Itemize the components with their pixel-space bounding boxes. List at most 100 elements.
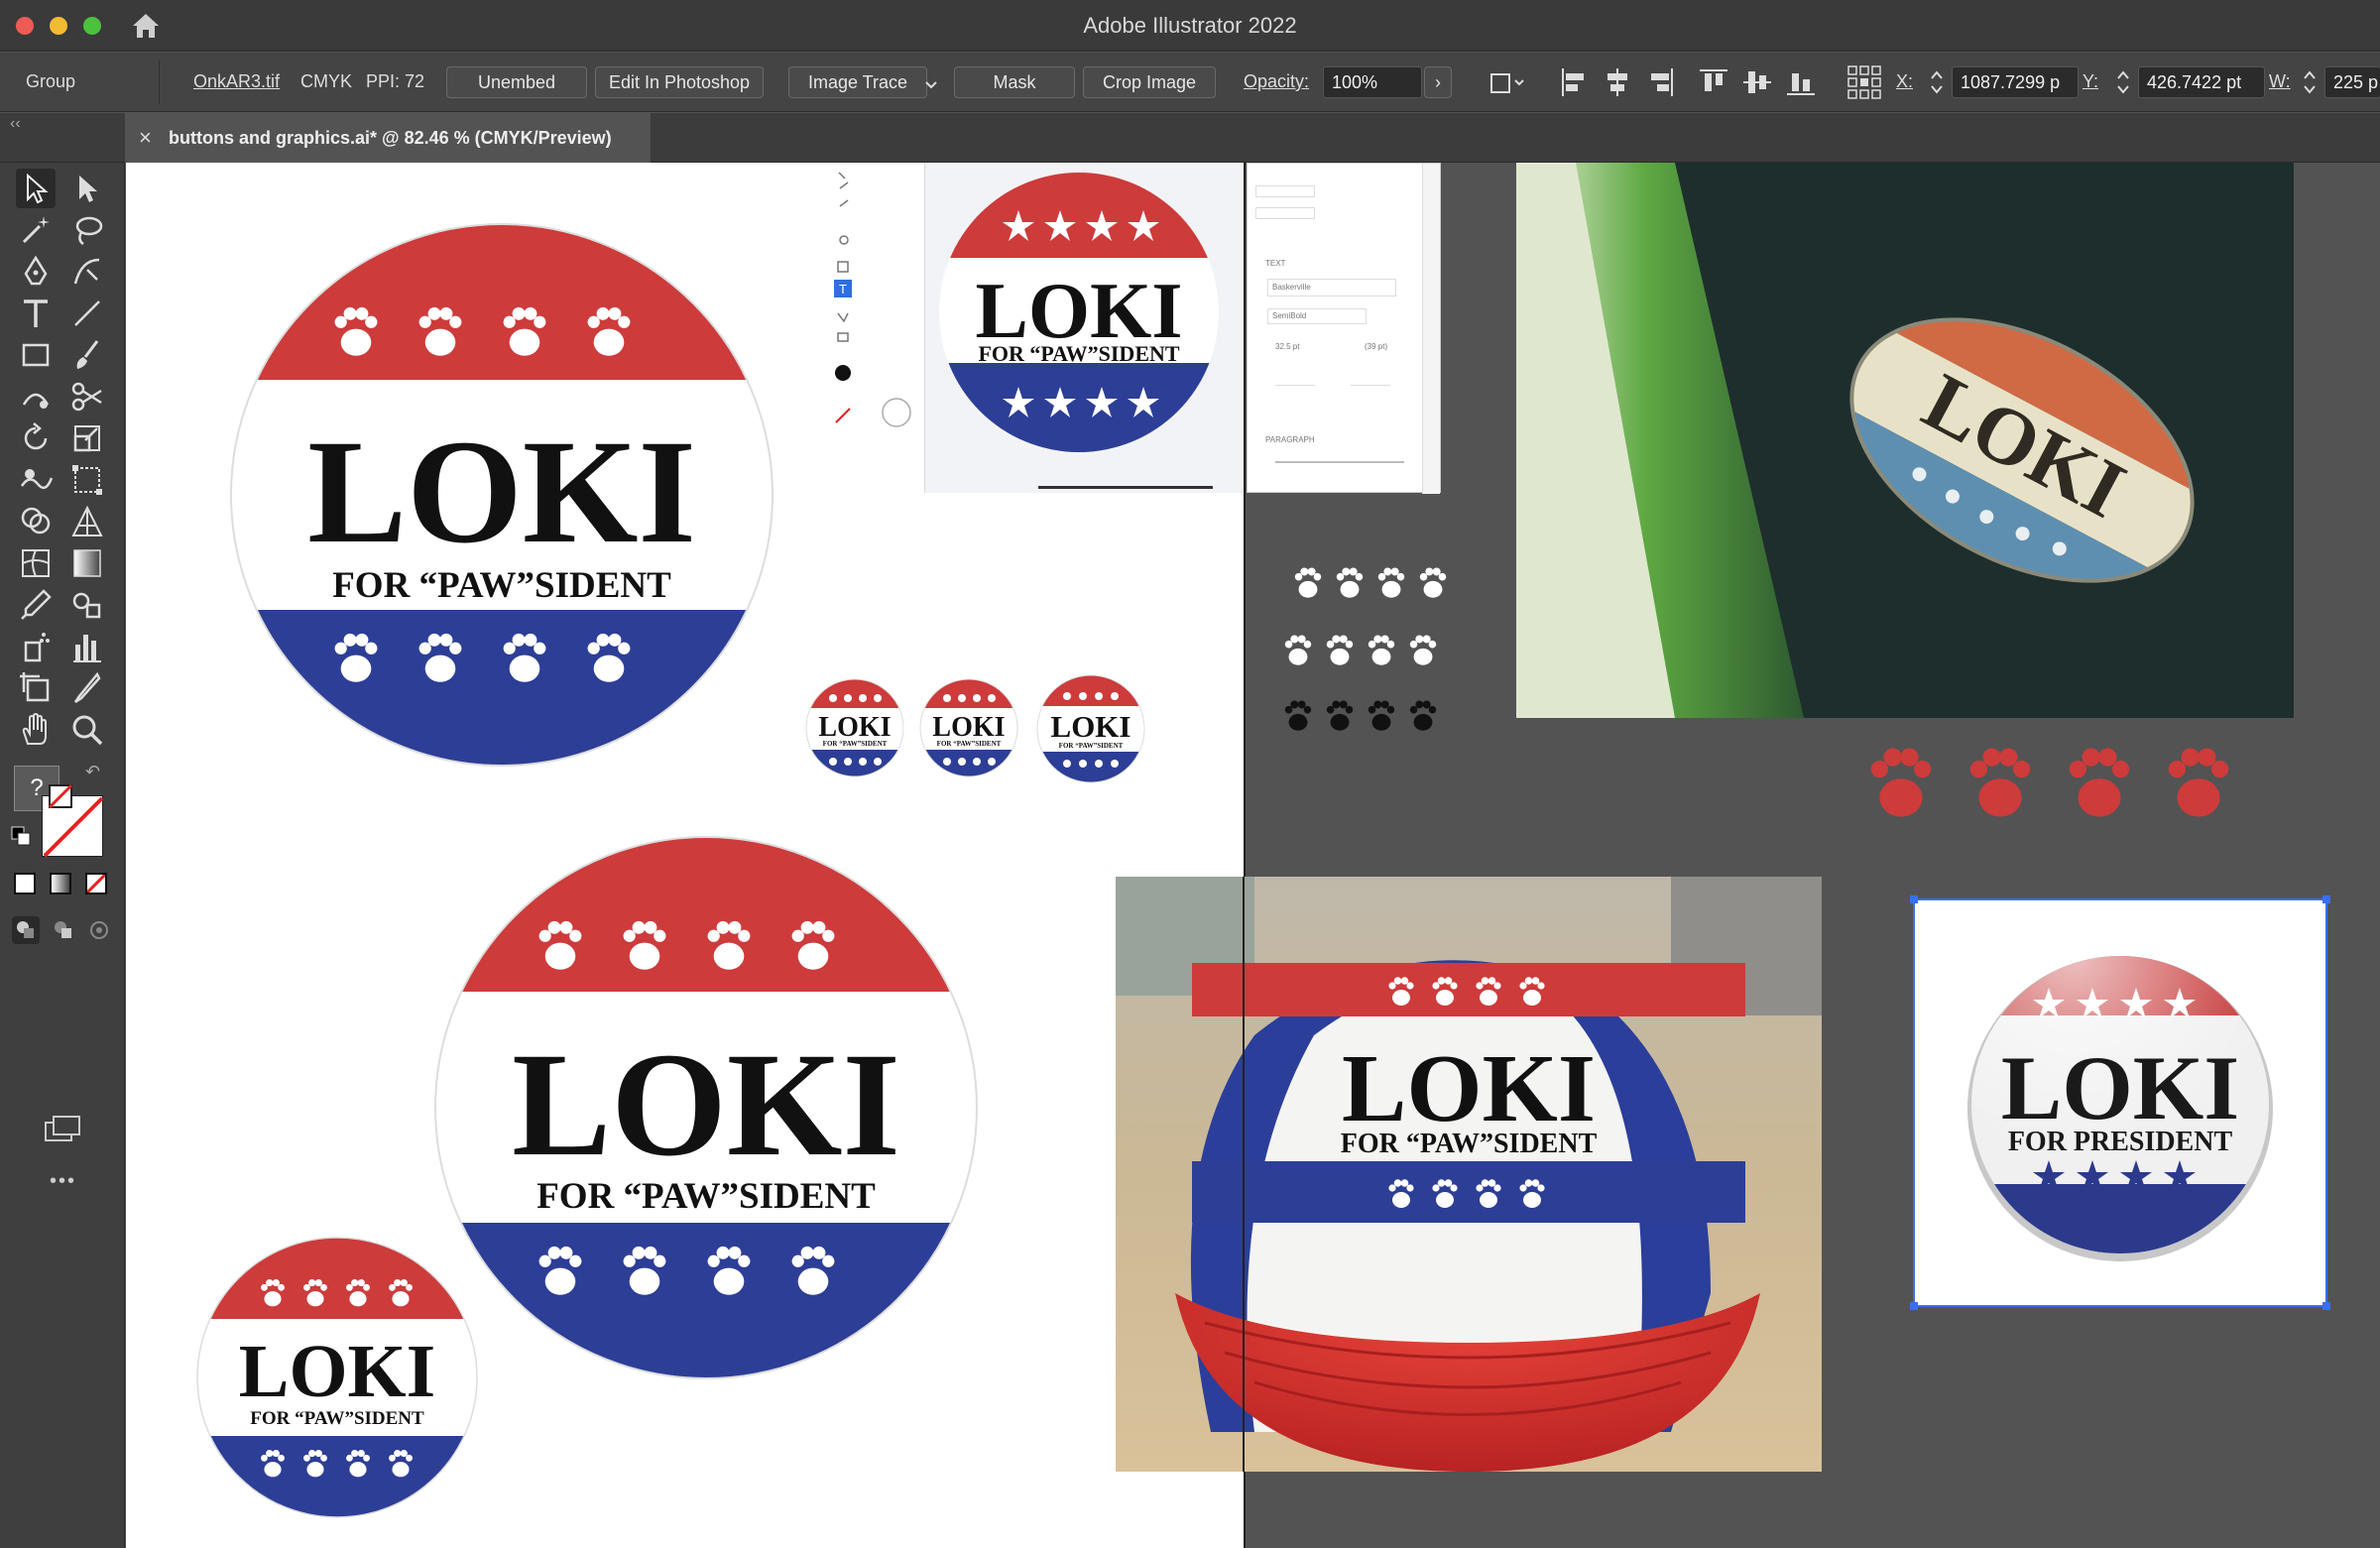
default-colors-icon[interactable] <box>40 781 79 820</box>
opacity-field[interactable]: 100% <box>1323 66 1422 98</box>
loki-button-main[interactable]: LOKI FOR “PAW”SIDENT <box>433 835 979 1380</box>
mask-button[interactable]: Mask <box>954 66 1075 98</box>
loki-button-small-1[interactable]: LOKI FOR “PAW”SIDENT <box>805 678 904 777</box>
gradient-mode-button[interactable] <box>50 873 71 894</box>
reference-divider <box>1038 486 1213 489</box>
canvas[interactable]: LOKI FOR “PAW”SIDENT T LOKI FOR “PAW”SID… <box>126 163 2380 1548</box>
color-mode-label: CMYK <box>300 71 353 91</box>
stepper-icon[interactable] <box>2114 66 2132 103</box>
reference-font-family: Baskerville <box>1267 279 1396 297</box>
button-tagline-text: FOR “PAW”SIDENT <box>536 1176 876 1217</box>
reference-section-paragraph: PARAGRAPH <box>1265 435 1315 444</box>
chevron-right-icon[interactable]: › <box>1424 66 1452 98</box>
column-graph-tool[interactable] <box>67 627 107 666</box>
reference-properties-panel: TEXT Baskerville SemiBold 32.5 pt (39 pt… <box>1247 163 1441 494</box>
hand-tool[interactable] <box>16 710 56 750</box>
mesh-tool[interactable] <box>16 543 56 583</box>
default-fill-stroke-icon[interactable] <box>10 825 34 854</box>
lasso-tool[interactable] <box>67 210 107 250</box>
transform-icon[interactable] <box>1488 68 1527 103</box>
close-tab-icon[interactable]: × <box>139 113 152 163</box>
zoom-tool[interactable] <box>67 710 107 750</box>
loki-button-medium[interactable]: LOKI FOR “PAW”SIDENT <box>195 1236 479 1519</box>
perspective-grid-tool[interactable] <box>67 502 107 541</box>
free-transform-tool[interactable] <box>67 460 107 500</box>
red-paw-icon-row[interactable] <box>1851 728 2377 837</box>
curvature-tool[interactable] <box>67 252 107 292</box>
button-tagline-text: FOR “PAW”SIDENT <box>1059 742 1124 750</box>
button-name-text: LOKI <box>1051 709 1131 744</box>
pen-tool[interactable] <box>16 252 56 292</box>
hat-tagline-text: FOR “PAW”SIDENT <box>1341 1129 1598 1159</box>
document-tab-bar: ‹‹ × buttons and graphics.ai* @ 82.46 % … <box>0 113 2380 163</box>
scale-tool[interactable] <box>67 418 107 458</box>
screen-mode-icon[interactable] <box>42 1113 83 1151</box>
draw-behind-icon[interactable] <box>50 916 77 949</box>
resize-handle[interactable] <box>1910 895 1918 903</box>
w-label: W: <box>2269 71 2291 91</box>
hat-mockup-photo[interactable]: LOKI FOR “PAW”SIDENT <box>1116 877 1822 1472</box>
warp-tool[interactable] <box>16 460 56 500</box>
resize-handle[interactable] <box>2322 1302 2330 1310</box>
align-right-icon[interactable] <box>1646 66 1676 103</box>
collapse-panel-icon[interactable]: ‹‹ <box>10 115 21 133</box>
width-field[interactable]: 225 p <box>2324 66 2380 98</box>
color-mode-button[interactable] <box>14 873 36 894</box>
unembed-button[interactable]: Unembed <box>446 66 587 98</box>
slice-tool[interactable] <box>67 668 107 708</box>
x-position-field[interactable]: 1087.7299 p <box>1952 66 2079 98</box>
loki-button-large[interactable]: LOKI FOR “PAW”SIDENT <box>229 222 774 768</box>
swap-colors-icon[interactable]: ↶ <box>85 762 100 782</box>
button-name-text: LOKI <box>818 712 891 743</box>
reference-photo-pin[interactable]: LOKI <box>1516 163 2294 718</box>
edit-in-photoshop-button[interactable]: Edit In Photoshop <box>595 66 764 98</box>
scissors-tool[interactable] <box>67 377 107 417</box>
rotate-tool[interactable] <box>16 418 56 458</box>
none-mode-button[interactable] <box>85 873 107 894</box>
selection-tool[interactable] <box>16 169 56 208</box>
chevron-down-icon[interactable] <box>924 76 938 90</box>
paintbrush-tool[interactable] <box>67 335 107 375</box>
reference-point-icon[interactable] <box>1846 64 1882 105</box>
edit-toolbar-button[interactable]: ••• <box>50 1170 76 1193</box>
image-trace-button[interactable]: Image Trace <box>788 66 927 98</box>
stepper-icon[interactable] <box>1928 66 1946 103</box>
symbol-sprayer-tool[interactable] <box>16 627 56 666</box>
button-tagline-text: FOR “PAW”SIDENT <box>332 565 671 606</box>
loki-button-small-2[interactable]: LOKI FOR “PAW”SIDENT <box>919 678 1018 777</box>
opacity-label[interactable]: Opacity: <box>1244 71 1309 92</box>
type-tool[interactable] <box>16 294 56 333</box>
button-tagline-text: FOR “PAW”SIDENT <box>823 740 888 748</box>
artboard-tool[interactable] <box>16 668 56 708</box>
loki-button-small-3[interactable]: LOKI FOR “PAW”SIDENT <box>1036 674 1145 783</box>
direct-selection-tool[interactable] <box>67 169 107 208</box>
align-horizontal-center-icon[interactable] <box>1603 66 1632 103</box>
hat-name-text: LOKI <box>1342 1035 1596 1142</box>
blend-tool[interactable] <box>67 585 107 625</box>
align-top-icon[interactable] <box>1698 66 1729 103</box>
align-left-icon[interactable] <box>1559 66 1589 103</box>
document-tab[interactable]: × buttons and graphics.ai* @ 82.46 % (CM… <box>125 113 651 163</box>
draw-inside-icon[interactable] <box>85 916 113 949</box>
magic-wand-tool[interactable] <box>16 210 56 250</box>
align-vertical-center-icon[interactable] <box>1741 66 1773 103</box>
reference-panel-icon-strip <box>1422 164 1440 494</box>
crop-image-button[interactable]: Crop Image <box>1083 66 1216 98</box>
linked-file-link[interactable]: OnkAR3.tif <box>193 71 280 92</box>
y-position-field[interactable]: 426.7422 pt <box>2138 66 2265 98</box>
line-tool[interactable] <box>67 294 107 333</box>
align-bottom-icon[interactable] <box>1785 66 1817 103</box>
resize-handle[interactable] <box>1910 1302 1918 1310</box>
draw-normal-icon[interactable] <box>12 916 40 944</box>
gradient-tool[interactable] <box>67 543 107 583</box>
resize-handle[interactable] <box>2322 895 2330 903</box>
tools-panel: ? ↶ ••• <box>0 163 125 1548</box>
selected-image-frame[interactable]: LOKI FOR PRESIDENT <box>1910 895 2330 1310</box>
stepper-icon[interactable] <box>2301 66 2319 103</box>
shape-builder-tool[interactable] <box>16 502 56 541</box>
eyedropper-tool[interactable] <box>16 585 56 625</box>
rectangle-tool[interactable] <box>16 335 56 375</box>
reference-field <box>1275 376 1315 386</box>
loki-button-stars[interactable]: LOKI FOR “PAW”SIDENT <box>937 171 1221 454</box>
shaper-tool[interactable] <box>16 377 56 417</box>
